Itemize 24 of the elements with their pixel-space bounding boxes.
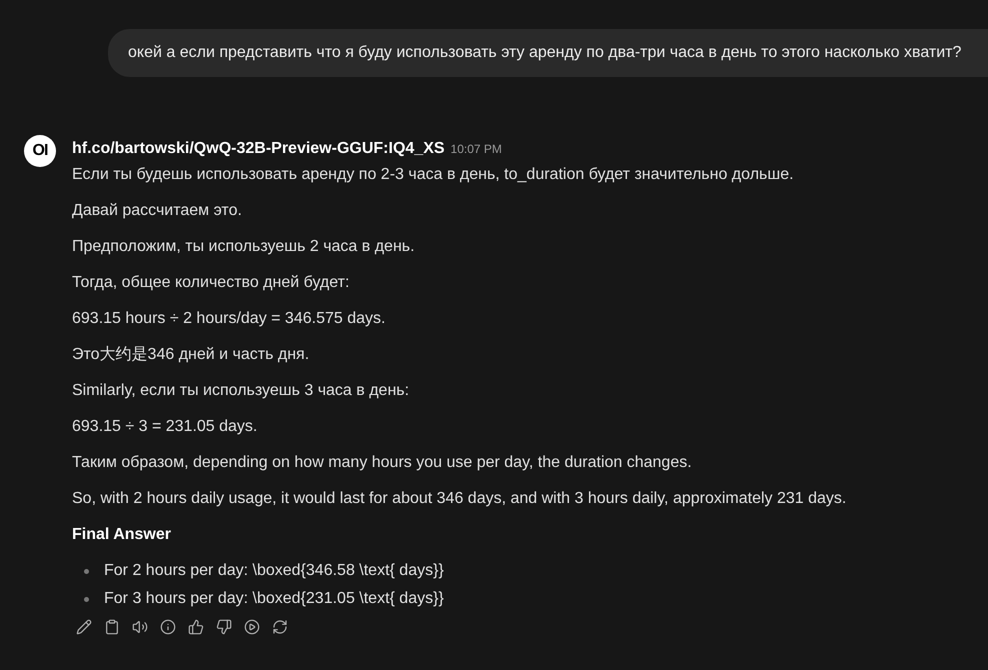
message-paragraph: So, with 2 hours daily usage, it would last for about 346 days, and with 3 hours daily, approximately 231 days. <box>72 489 848 509</box>
thumbs-up-icon[interactable] <box>186 617 206 637</box>
message-paragraph: Если ты будешь использовать аренду по 2-3 часа в день, to_duration будет значительно дольше. <box>72 165 795 185</box>
list-item: For 3 hours per day: \boxed{231.05 \text{ days}} <box>104 589 444 609</box>
section-heading: Final Answer <box>72 525 172 545</box>
message-paragraph: Предположим, ты используешь 2 часа в день. <box>72 237 416 257</box>
avatar: OI <box>24 135 56 167</box>
timestamp: 10:07 PM <box>450 141 502 158</box>
info-icon[interactable] <box>158 617 178 637</box>
user-message: окей а если представить что я буду использовать эту аренду по два-три часа в день то этого насколько хватит? <box>108 29 988 77</box>
bullet-icon <box>84 568 89 574</box>
message-paragraph: Это大约是346 дней и часть дня. <box>72 344 310 365</box>
edit-icon[interactable] <box>74 617 94 637</box>
message-paragraph: Давай рассчитаем это. <box>72 201 243 221</box>
message-paragraph: Similarly, если ты используешь 3 часа в день: <box>72 381 410 401</box>
thumbs-down-icon[interactable] <box>214 617 234 637</box>
message-paragraph: Тогда, общее количество дней будет: <box>72 273 350 293</box>
model-name: hf.co/bartowski/QwQ-32B-Preview-GGUF:IQ4_XS <box>72 139 445 159</box>
message-paragraph: 693.15 ÷ 3 = 231.05 days. <box>72 417 258 437</box>
play-icon[interactable] <box>242 617 262 637</box>
bullet-icon <box>84 596 89 602</box>
message-paragraph: 693.15 hours ÷ 2 hours/day = 346.575 days. <box>72 309 386 329</box>
list-item: For 2 hours per day: \boxed{346.58 \text{ days}} <box>104 561 444 581</box>
message-paragraph: Таким образом, depending on how many hours you use per day, the duration changes. <box>72 453 693 473</box>
